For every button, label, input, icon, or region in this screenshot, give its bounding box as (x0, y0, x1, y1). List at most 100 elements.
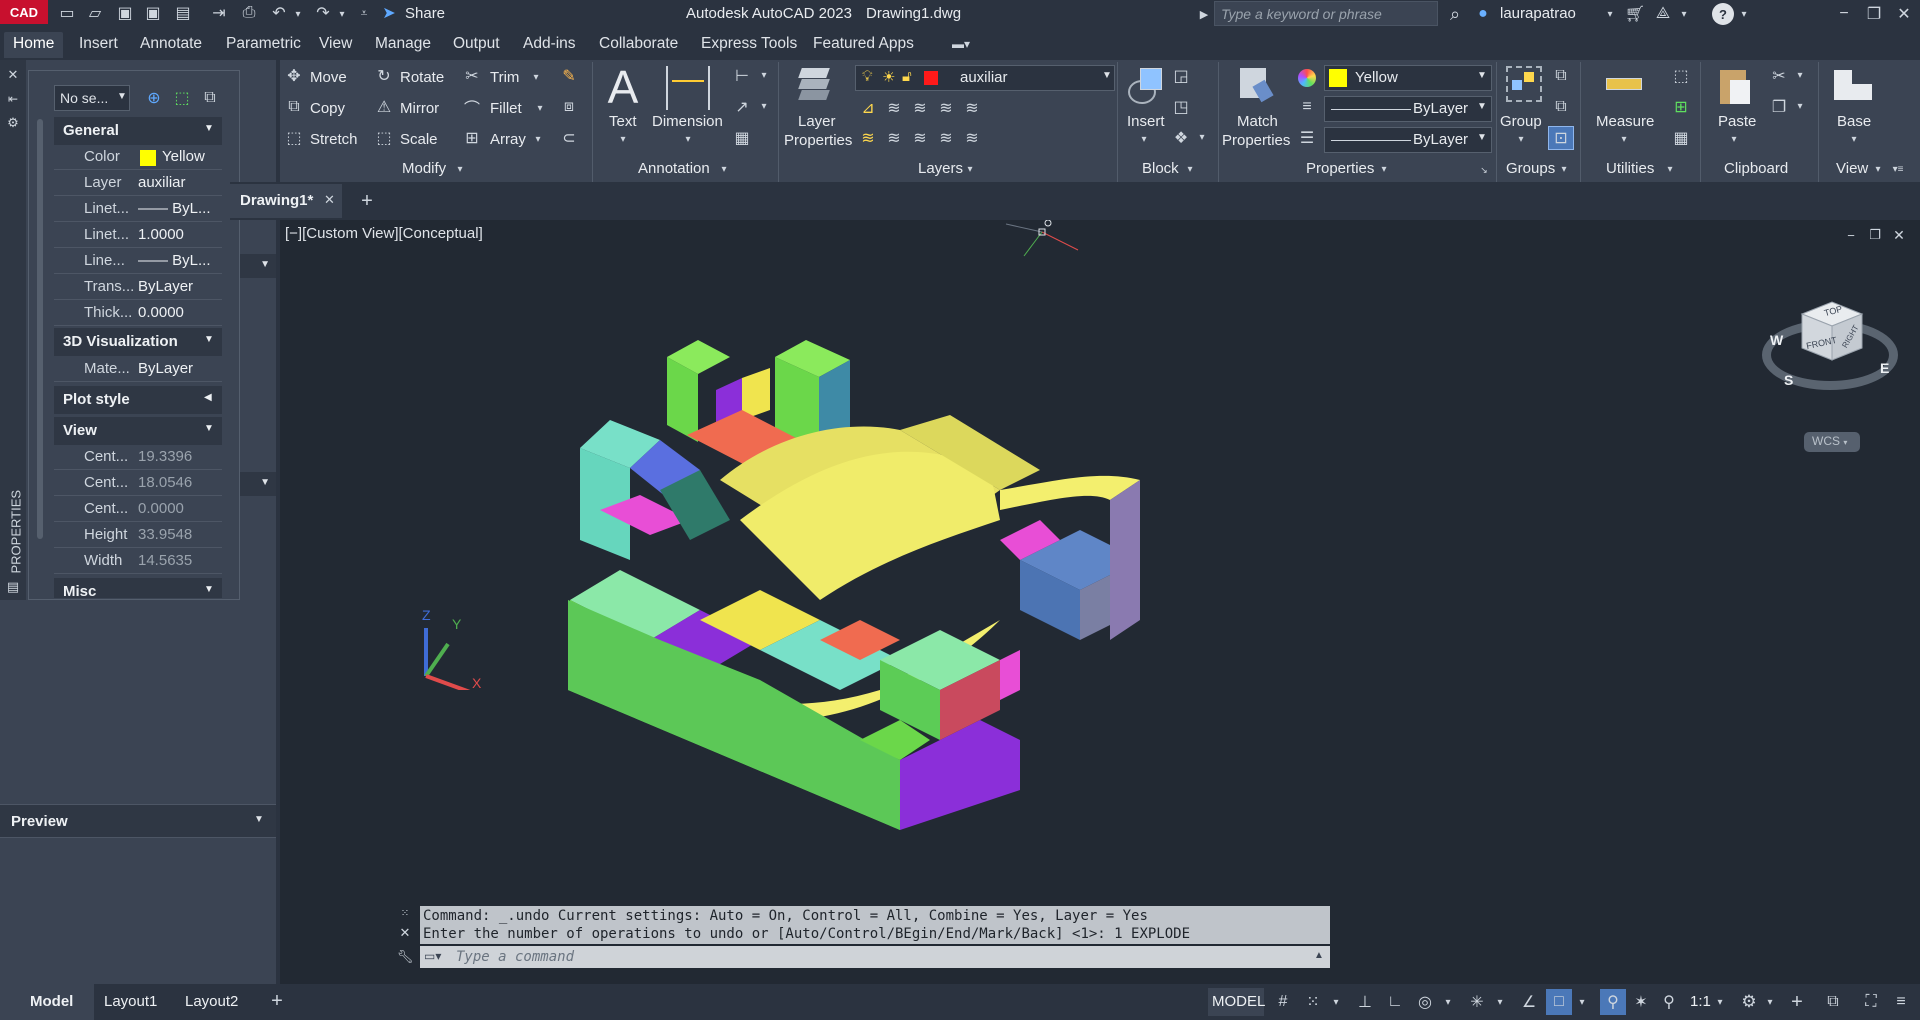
dimension-button[interactable]: Dimension (652, 113, 723, 130)
block-attr-dropdown-icon[interactable]: ▾ (1196, 130, 1208, 144)
layer-tool-4-icon[interactable]: ≋ (936, 98, 956, 118)
cut-dropdown-icon[interactable]: ▾ (1794, 68, 1806, 82)
property-row-linetype-scale[interactable]: Linet... 1.0000 (54, 222, 222, 248)
view-panel-title[interactable]: View (1836, 160, 1868, 177)
property-row-height[interactable]: Height 33.9548 (54, 522, 222, 548)
autohide-icon[interactable]: ⇤ (4, 90, 22, 108)
redo-icon[interactable]: ↷ (312, 2, 334, 24)
dimension-icon[interactable] (666, 66, 710, 110)
customize-qat-icon[interactable]: ⩡ (356, 4, 372, 22)
property-row-transparency[interactable]: Trans... ByLayer (54, 274, 222, 300)
scale-dropdown-icon[interactable]: ▾ (1714, 994, 1726, 1010)
group-selection-icon[interactable]: ⊡ (1548, 126, 1574, 150)
layer-tool-7-icon[interactable]: ≋ (884, 128, 904, 148)
cart-icon[interactable]: 🛒︎ (1624, 3, 1646, 25)
copy-clip-dropdown-icon[interactable]: ▾ (1794, 99, 1806, 113)
section-general[interactable]: General ▼ (54, 117, 222, 145)
rotate-button[interactable]: Rotate (400, 69, 444, 86)
quick-select-icon[interactable]: ⬚ (1670, 66, 1692, 86)
object-snap-tracking-icon[interactable]: ∠ (1518, 992, 1540, 1012)
tab-addins[interactable]: Add-ins (514, 32, 585, 58)
measure-button[interactable]: Measure (1596, 113, 1654, 130)
groups-panel-title[interactable]: Groups (1506, 160, 1555, 177)
groups-panel-dropdown-icon[interactable]: ▾ (1558, 162, 1570, 176)
property-row-center-y[interactable]: Cent... 18.0546 (54, 470, 222, 496)
dimension-dropdown-icon[interactable]: ▾ (682, 132, 694, 146)
layer-tool-9-icon[interactable]: ≋ (936, 128, 956, 148)
object-snap-icon[interactable]: □ (1546, 989, 1572, 1015)
layout-tab-model[interactable]: Model (0, 984, 94, 1020)
clipboard-panel-title[interactable]: Clipboard (1724, 160, 1788, 177)
palette-scrollbar[interactable] (37, 119, 43, 539)
workspace-gear-icon[interactable]: ⚙ (1738, 991, 1760, 1013)
layers-panel-title[interactable]: Layers (918, 160, 963, 177)
layer-dropdown[interactable]: 💡︎ ☀ 🔓︎ auxiliar ▼ (855, 65, 1115, 91)
annotation-panel-title[interactable]: Annotation (638, 160, 710, 177)
infer-constraints-icon[interactable]: ⊥ (1354, 992, 1376, 1012)
property-row-center-x[interactable]: Cent... 19.3396 (54, 444, 222, 470)
erase-icon[interactable]: ✎ (558, 66, 580, 86)
move-icon[interactable]: ✥ (284, 66, 304, 86)
tab-view[interactable]: View (310, 32, 361, 58)
select-all-icon[interactable]: ⊞ (1670, 97, 1692, 117)
quick-select-palette-icon[interactable]: ⧉ (199, 87, 221, 109)
cut-icon[interactable]: ✂ (1768, 66, 1790, 86)
tab-collaborate[interactable]: Collaborate (590, 32, 687, 58)
scale-icon[interactable]: ⬚ (374, 128, 394, 148)
linear-dim-dropdown-icon[interactable]: ▾ (758, 68, 770, 82)
trim-icon[interactable]: ✂ (462, 66, 482, 86)
palette-splitter[interactable]: ▼ (240, 472, 276, 496)
property-row-material[interactable]: Mate... ByLayer (54, 356, 222, 382)
properties-panel-title[interactable]: Properties (1306, 160, 1374, 177)
paste-icon[interactable] (1718, 66, 1752, 106)
user-dropdown-icon[interactable]: ▾ (1604, 6, 1616, 22)
new-layout-icon[interactable]: + (266, 990, 288, 1012)
insert-dropdown-icon[interactable]: ▾ (1138, 132, 1150, 146)
grid-icon[interactable]: # (1272, 992, 1294, 1012)
command-close-icon[interactable]: ✕ (396, 924, 414, 942)
paste-dropdown-icon[interactable]: ▾ (1728, 132, 1740, 146)
save-as-icon[interactable]: ▣ (142, 2, 164, 24)
linetype-icon[interactable]: ☰ (1296, 128, 1318, 148)
stretch-icon[interactable]: ⬚ (284, 128, 304, 148)
copy-clip-icon[interactable]: ❐ (1768, 97, 1790, 117)
base-button[interactable]: Base (1837, 113, 1871, 130)
view-panel-dropdown-icon[interactable]: ▾ (1872, 162, 1884, 176)
property-row-thickness[interactable]: Thick... 0.0000 (54, 300, 222, 326)
annotation-panel-dropdown-icon[interactable]: ▾ (718, 162, 730, 176)
color-dropdown[interactable]: Yellow ▼ (1324, 65, 1492, 91)
close-tab-icon[interactable]: ✕ (324, 192, 335, 208)
measure-icon[interactable] (1606, 78, 1642, 90)
property-row-center-z[interactable]: Cent... 0.0000 (54, 496, 222, 522)
properties-palette-icon[interactable]: ▤ (4, 578, 22, 596)
settings-icon[interactable]: ⚙ (4, 114, 22, 132)
search-box[interactable]: Type a keyword or phrase (1214, 1, 1438, 26)
table-icon[interactable]: ▦ (730, 128, 754, 148)
move-button[interactable]: Move (310, 69, 347, 86)
command-expand-icon[interactable]: ▲ (1314, 950, 1324, 961)
selection-dropdown[interactable]: No se... ▼ (54, 85, 130, 111)
app-logo[interactable]: CAD (0, 0, 48, 24)
command-prompt-icon[interactable]: ▭▾ (424, 949, 441, 963)
properties-launcher-icon[interactable]: ↘ (1478, 164, 1490, 176)
preview-header[interactable]: Preview ▼ (0, 804, 276, 838)
share-icon[interactable]: ➤ (378, 2, 400, 24)
a360-dropdown-icon[interactable]: ▾ (1678, 6, 1690, 22)
property-row-lineweight[interactable]: Line... —— ByL... (54, 248, 222, 274)
layer-tool-6-icon[interactable]: ≋ (858, 128, 878, 148)
user-name[interactable]: laurapatrao (1500, 5, 1576, 22)
array-dropdown-icon[interactable]: ▾ (532, 132, 544, 146)
ribbon-more-icon[interactable]: ▾≡ (1890, 162, 1906, 176)
mirror-icon[interactable]: ⚠ (374, 97, 394, 117)
fillet-button[interactable]: Fillet (490, 100, 522, 117)
insert-button[interactable]: Insert (1127, 113, 1165, 130)
calculator-icon[interactable]: ▦ (1670, 128, 1692, 148)
customize-status-icon[interactable]: ≡ (1890, 992, 1912, 1012)
lineweight-dropdown[interactable]: ByLayer ▼ (1324, 96, 1492, 122)
polar-icon[interactable]: ◎ (1414, 992, 1436, 1012)
autodesk-a360-icon[interactable]: ⟁ (1652, 3, 1674, 25)
ungroup-icon[interactable]: ⧉ (1550, 66, 1572, 86)
create-block-icon[interactable]: ◲ (1170, 66, 1192, 86)
layer-tool-5-icon[interactable]: ≋ (962, 98, 982, 118)
utilities-panel-dropdown-icon[interactable]: ▾ (1664, 162, 1676, 176)
